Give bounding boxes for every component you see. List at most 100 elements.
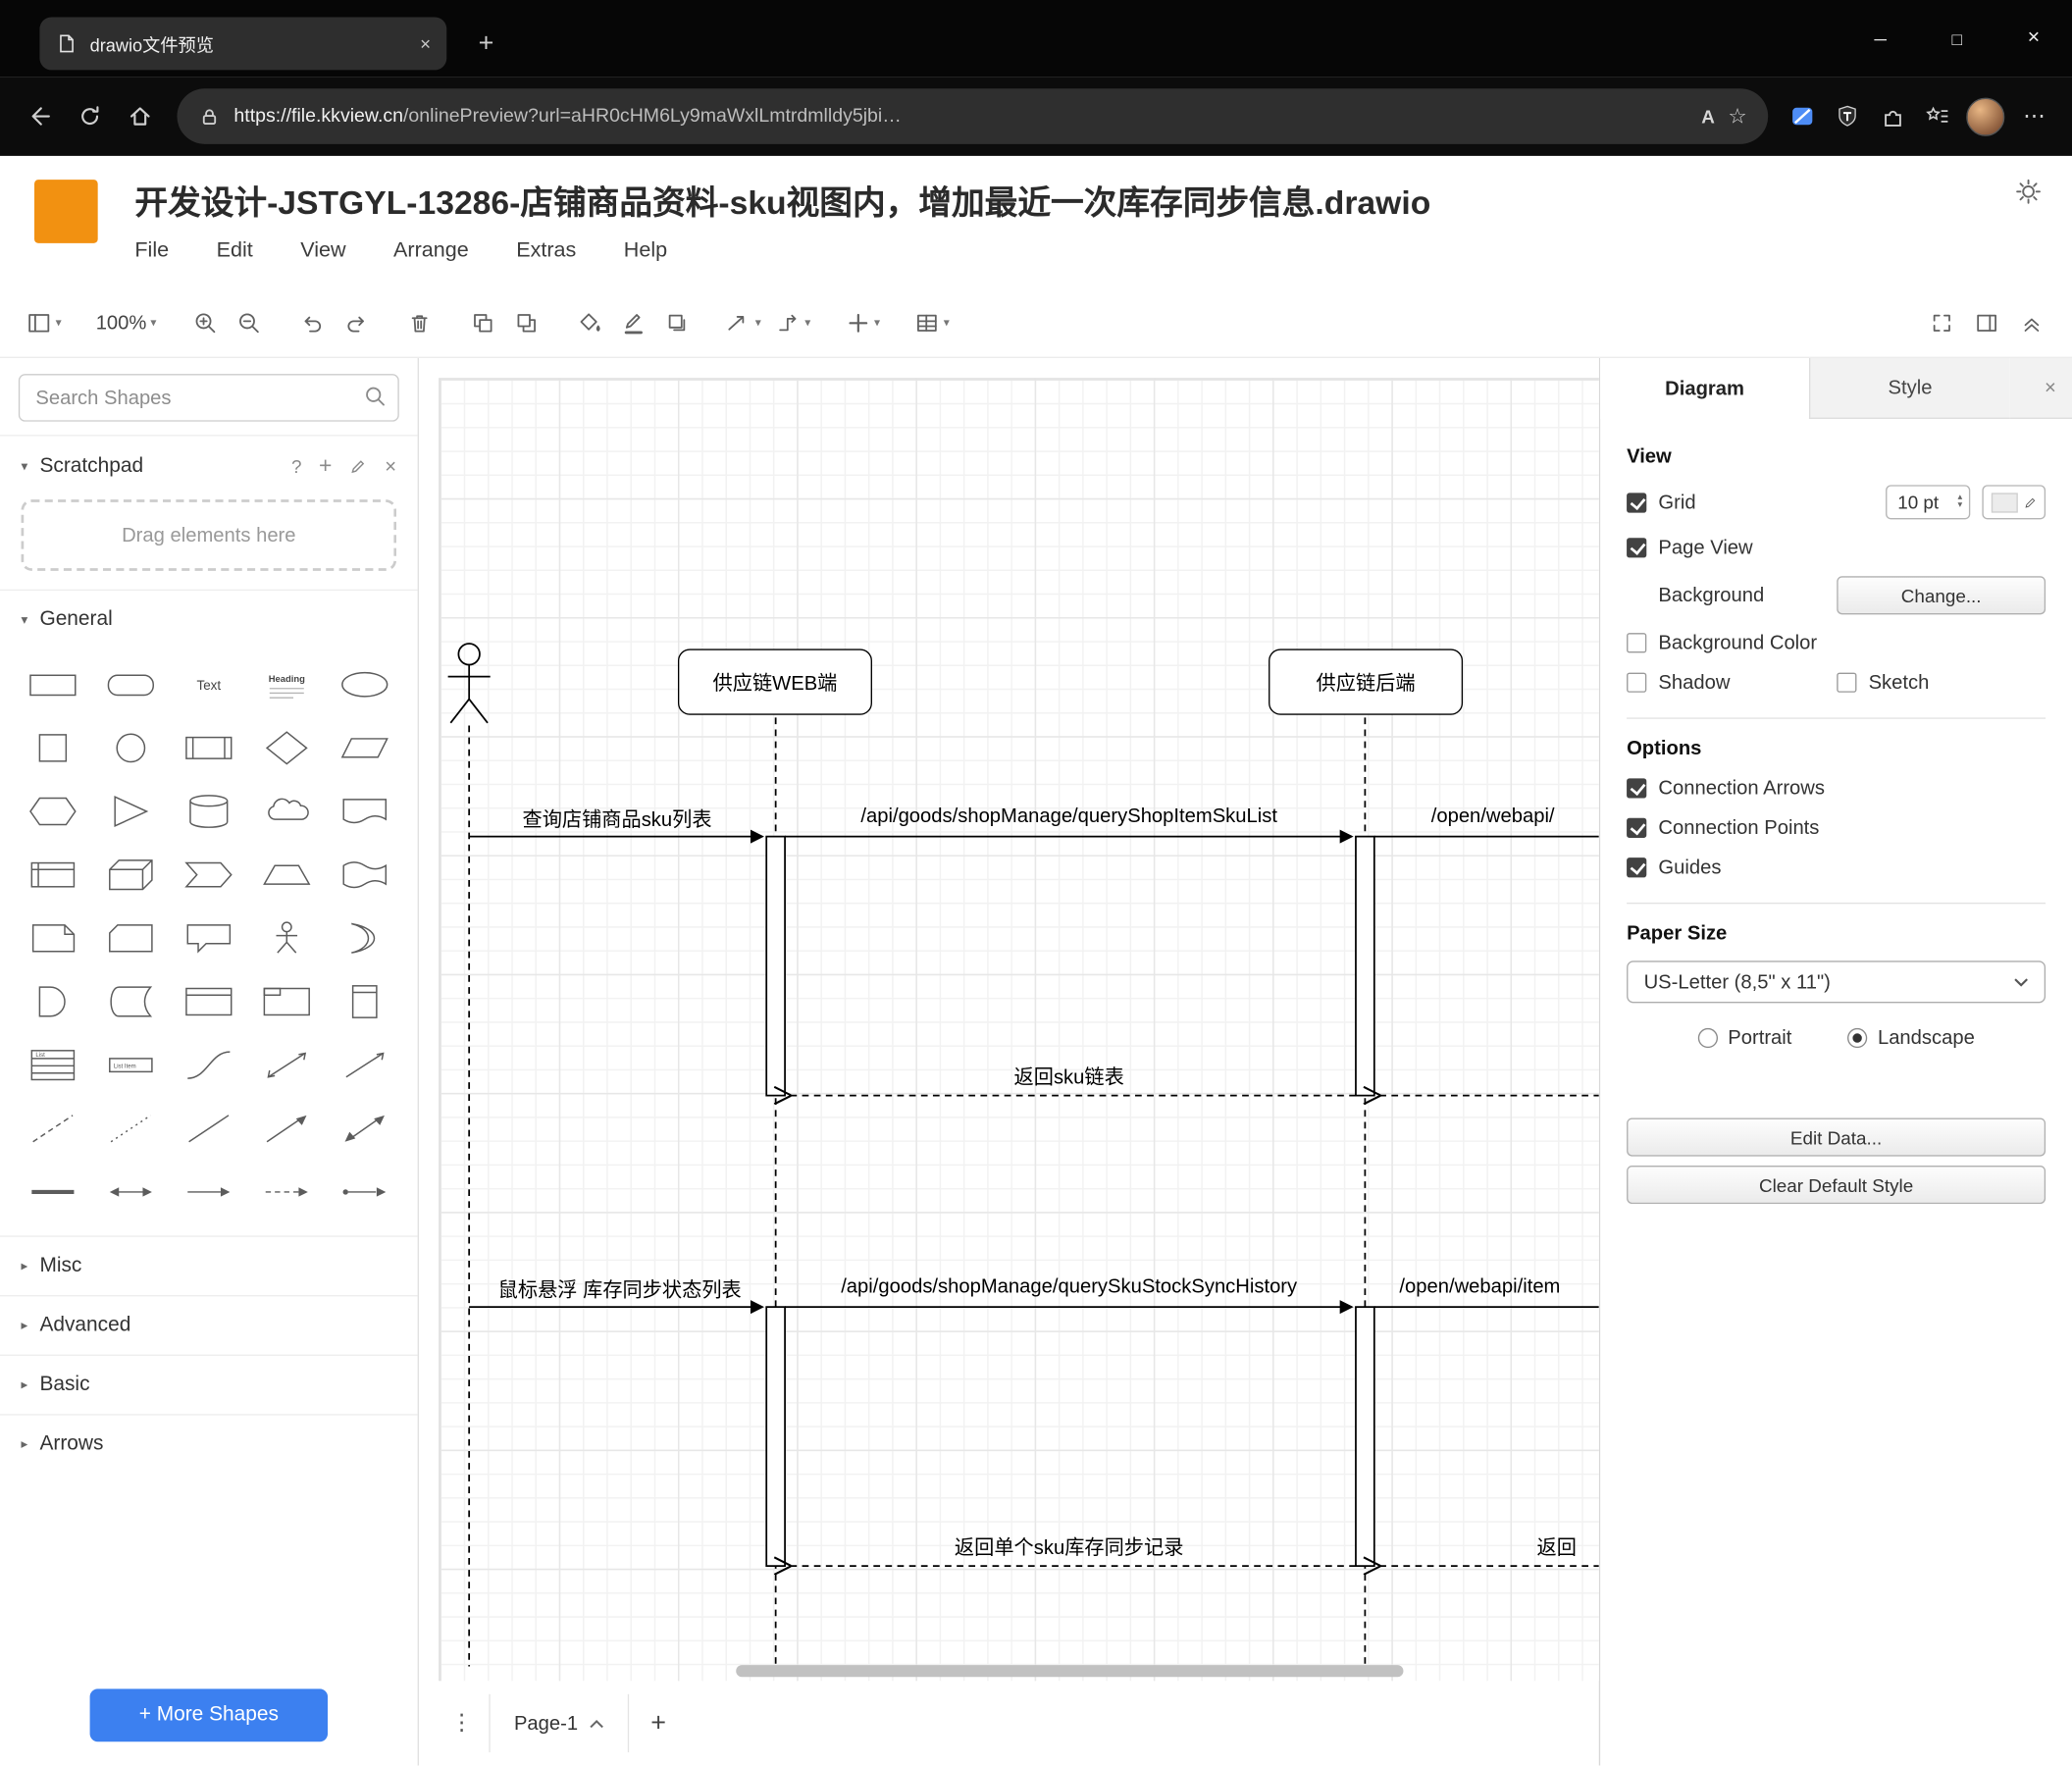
shape-rectangle[interactable] bbox=[13, 654, 91, 715]
scratchpad-help-icon[interactable]: ? bbox=[291, 456, 302, 478]
message-query-sku-list[interactable]: 查询店铺商品sku列表 bbox=[522, 805, 711, 832]
shape-and[interactable] bbox=[13, 971, 91, 1032]
shadow-checkbox[interactable] bbox=[1627, 672, 1647, 693]
shape-square[interactable] bbox=[13, 717, 91, 778]
shape-arrow[interactable] bbox=[326, 1035, 404, 1096]
fullscreen-button[interactable] bbox=[1921, 300, 1960, 345]
section-arrows[interactable]: ▸ Arrows bbox=[0, 1414, 418, 1474]
message-hover-stock-sync[interactable]: 鼠标悬浮 库存同步状态列表 bbox=[498, 1275, 742, 1303]
extensions-button[interactable] bbox=[1871, 95, 1913, 137]
shape-cylinder[interactable] bbox=[170, 781, 248, 842]
shape-triangle[interactable] bbox=[91, 781, 170, 842]
home-button[interactable] bbox=[117, 92, 164, 139]
scratchpad-edit-icon[interactable] bbox=[349, 457, 368, 476]
shape-actor[interactable] bbox=[248, 908, 327, 968]
grid-checkbox[interactable] bbox=[1627, 492, 1647, 512]
tab-diagram[interactable]: Diagram bbox=[1600, 358, 1809, 419]
shape-tape[interactable] bbox=[326, 845, 404, 906]
message-return-sku-list[interactable]: 返回sku链表 bbox=[1014, 1063, 1124, 1090]
portrait-radio[interactable] bbox=[1697, 1027, 1718, 1049]
connection-arrows-checkbox[interactable] bbox=[1627, 778, 1647, 799]
to-front-button[interactable] bbox=[463, 300, 502, 345]
tab-close-icon[interactable]: × bbox=[420, 33, 431, 55]
shape-rounded-rectangle[interactable] bbox=[91, 654, 170, 715]
section-general[interactable]: ▾ General bbox=[0, 589, 418, 649]
scratchpad-add-icon[interactable]: + bbox=[319, 453, 332, 480]
connection-points-checkbox[interactable] bbox=[1627, 817, 1647, 838]
grid-color-button[interactable] bbox=[1982, 485, 2046, 520]
shape-text[interactable]: Text bbox=[170, 654, 248, 715]
to-back-button[interactable] bbox=[506, 300, 545, 345]
shape-container[interactable] bbox=[170, 971, 248, 1032]
refresh-button[interactable] bbox=[66, 92, 113, 139]
shape-list[interactable]: List bbox=[13, 1035, 91, 1096]
section-advanced[interactable]: ▸ Advanced bbox=[0, 1295, 418, 1355]
shape-parallelogram[interactable] bbox=[326, 717, 404, 778]
redo-button[interactable] bbox=[337, 300, 376, 345]
browser-tab[interactable]: drawio文件预览 × bbox=[39, 17, 447, 71]
shape-card[interactable] bbox=[91, 908, 170, 968]
add-page-button[interactable]: + bbox=[630, 1708, 688, 1739]
shape-or[interactable] bbox=[326, 908, 404, 968]
message-open-webapi[interactable]: /open/webapi/ bbox=[1431, 805, 1555, 827]
sketch-checkbox[interactable] bbox=[1837, 672, 1857, 693]
shape-ellipse[interactable] bbox=[326, 654, 404, 715]
shape-dashed-line[interactable] bbox=[13, 1098, 91, 1159]
shape-diamond[interactable] bbox=[248, 717, 327, 778]
menu-arrange[interactable]: Arrange bbox=[393, 239, 469, 263]
shape-cube[interactable] bbox=[91, 845, 170, 906]
shape-callout[interactable] bbox=[170, 908, 248, 968]
new-tab-button[interactable]: + bbox=[479, 28, 494, 59]
menu-help[interactable]: Help bbox=[624, 239, 667, 263]
favorite-star-icon[interactable]: ☆ bbox=[1728, 103, 1746, 130]
table-button[interactable]: ▾ bbox=[909, 300, 956, 345]
search-shapes-input[interactable] bbox=[18, 374, 399, 422]
scratchpad-dropzone[interactable]: Drag elements here bbox=[21, 499, 397, 571]
message-open-webapi-item[interactable]: /open/webapi/item bbox=[1399, 1275, 1560, 1298]
stepper-down-icon[interactable]: ▾ bbox=[1957, 500, 1962, 510]
address-bar[interactable]: https://file.kkview.cn/onlinePreview?url… bbox=[177, 88, 1769, 144]
shape-horizontal-arrow[interactable] bbox=[170, 1162, 248, 1222]
grid-size-stepper[interactable]: ▴ ▾ bbox=[1957, 493, 1962, 510]
shape-hexagon[interactable] bbox=[13, 781, 91, 842]
shape-cloud[interactable] bbox=[248, 781, 327, 842]
section-basic[interactable]: ▸ Basic bbox=[0, 1354, 418, 1415]
message-api-query-shop-item-sku-list[interactable]: /api/goods/shopManage/queryShopItemSkuLi… bbox=[860, 805, 1277, 827]
connection-style-button[interactable]: ▾ bbox=[721, 300, 767, 345]
shape-thick-line[interactable] bbox=[13, 1162, 91, 1222]
shape-step[interactable] bbox=[170, 845, 248, 906]
shape-heading[interactable]: Heading bbox=[248, 654, 327, 715]
shape-dotted-line[interactable] bbox=[91, 1098, 170, 1159]
menu-extras[interactable]: Extras bbox=[516, 239, 576, 263]
undo-button[interactable] bbox=[292, 300, 332, 345]
change-background-button[interactable]: Change... bbox=[1837, 576, 2046, 615]
window-maximize-icon[interactable]: □ bbox=[1919, 0, 1995, 77]
shape-circle[interactable] bbox=[91, 717, 170, 778]
message-api-query-sku-stock-sync-history[interactable]: /api/goods/shopManage/querySkuStockSyncH… bbox=[841, 1275, 1297, 1298]
menu-edit[interactable]: Edit bbox=[217, 239, 253, 263]
window-close-icon[interactable]: × bbox=[1995, 0, 2072, 77]
shape-trapezoid[interactable] bbox=[248, 845, 327, 906]
grid-size-input[interactable]: 10 pt ▴ ▾ bbox=[1886, 485, 1971, 520]
format-panel-close-icon[interactable]: × bbox=[2045, 377, 2056, 399]
zoom-out-button[interactable] bbox=[230, 300, 269, 345]
page-view-chec kbox[interactable] bbox=[1627, 538, 1647, 558]
edit-data-button[interactable]: Edit Data... bbox=[1627, 1117, 2046, 1157]
shape-list-item[interactable]: List Item bbox=[91, 1035, 170, 1096]
shape-container-title[interactable] bbox=[248, 971, 327, 1032]
line-color-button[interactable] bbox=[614, 300, 653, 345]
shape-dashed-arrow[interactable] bbox=[248, 1162, 327, 1222]
menu-view[interactable]: View bbox=[300, 239, 345, 263]
insert-button[interactable]: ▾ bbox=[840, 300, 886, 345]
shield-extension-button[interactable] bbox=[1826, 95, 1868, 137]
shape-line[interactable] bbox=[170, 1098, 248, 1159]
shape-note[interactable] bbox=[13, 908, 91, 968]
profile-avatar[interactable] bbox=[1966, 97, 2005, 136]
message-return-single-sku-sync[interactable]: 返回单个sku库存同步记录 bbox=[955, 1532, 1183, 1560]
fill-color-button[interactable] bbox=[570, 300, 609, 345]
waypoint-style-button[interactable]: ▾ bbox=[770, 300, 816, 345]
shape-directional-connector[interactable] bbox=[248, 1098, 327, 1159]
shape-curve[interactable] bbox=[170, 1035, 248, 1096]
horizontal-scrollbar[interactable] bbox=[736, 1665, 1404, 1678]
favorites-bar-button[interactable] bbox=[1916, 95, 1958, 137]
